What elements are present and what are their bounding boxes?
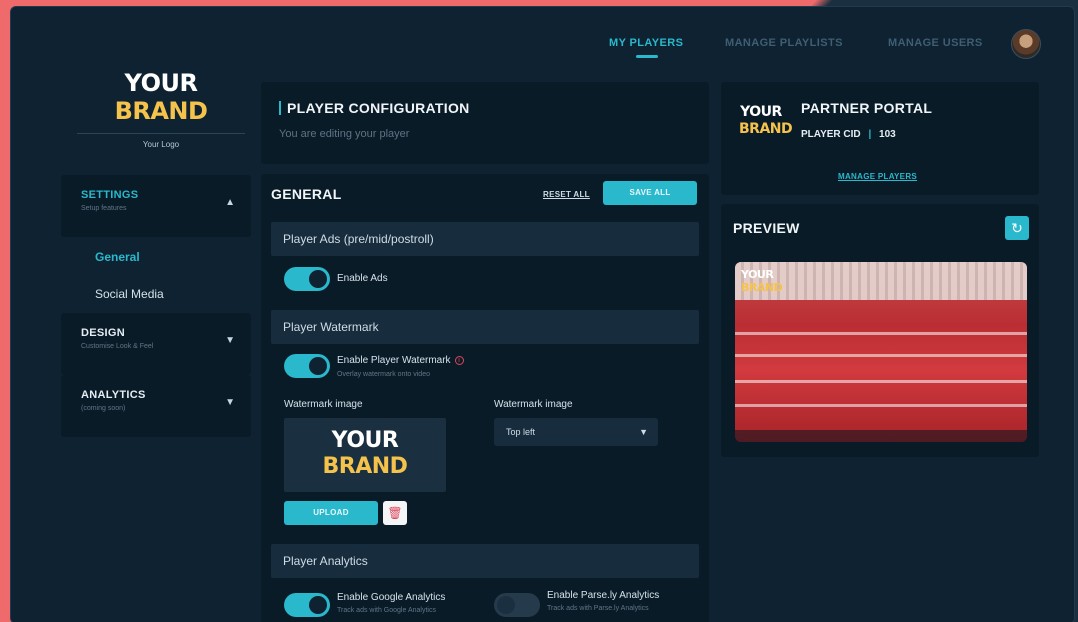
sidebar-settings[interactable]: SETTINGS Setup features ▲ — [61, 175, 251, 237]
stand-row — [735, 332, 1027, 335]
google-analytics-sub: Track ads with Google Analytics — [337, 607, 436, 614]
sidebar-design[interactable]: DESIGN Customise Look & Feel ▼ — [61, 313, 251, 375]
enable-ads-toggle[interactable] — [284, 267, 330, 291]
video-watermark-line-2: BRAND — [741, 281, 783, 294]
chevron-down-icon[interactable]: ▼ — [225, 335, 235, 346]
tab-my-players[interactable]: MY PLAYERS — [609, 37, 683, 49]
tab-manage-users[interactable]: MANAGE USERS — [888, 37, 983, 49]
partner-logo: YOUR BRAND — [739, 104, 793, 138]
upload-button[interactable]: UPLOAD — [284, 501, 378, 525]
manage-players-link[interactable]: MANAGE PLAYERS — [838, 172, 917, 181]
chevron-down-icon: ▼ — [639, 427, 648, 437]
watermark-line-2: BRAND — [322, 454, 408, 479]
settings-title: SETTINGS — [81, 189, 139, 201]
video-watermark-line-1: YOUR — [741, 268, 774, 281]
trash-icon[interactable]: 🗑 — [383, 501, 407, 525]
google-analytics-label: Enable Google Analytics — [337, 592, 446, 603]
chevron-up-icon[interactable]: ▲ — [225, 197, 235, 208]
watermark-position-select[interactable]: Top left ▼ — [494, 418, 658, 446]
settings-subtitle: Setup features — [81, 205, 127, 212]
enable-ads-label: Enable Ads — [337, 273, 388, 284]
partner-portal-title: PARTNER PORTAL — [801, 100, 933, 116]
sidebar-item-social-media[interactable]: Social Media — [95, 287, 164, 301]
enable-watermark-label: Enable Player Watermark i — [337, 355, 464, 366]
player-cid-label: PLAYER CID — [801, 129, 861, 140]
stand-row — [735, 354, 1027, 357]
analytics-subtitle: (coming soon) — [81, 405, 126, 412]
sidebar-analytics[interactable]: ANALYTICS (coming soon) ▼ — [61, 375, 251, 437]
parsely-analytics-toggle[interactable] — [494, 593, 540, 617]
general-title: GENERAL — [271, 186, 342, 202]
top-navbar: MY PLAYERS MANAGE PLAYLISTS MANAGE USERS — [11, 7, 1074, 77]
watermark-position-value: Top left — [506, 427, 536, 437]
preview-panel: PREVIEW ↻ YOUR BRAND — [721, 204, 1039, 457]
brand-divider — [77, 133, 245, 134]
enable-watermark-toggle[interactable] — [284, 354, 330, 378]
sidebar-item-general[interactable]: General — [95, 250, 140, 264]
partner-logo-line-1: YOUR — [740, 104, 782, 120]
active-tab-indicator — [636, 55, 658, 58]
watermark-image-preview: YOUR BRAND — [284, 418, 446, 492]
video-player[interactable]: YOUR BRAND — [735, 262, 1027, 442]
section-player-analytics: Player Analytics — [271, 544, 699, 578]
cid-divider: | — [868, 129, 872, 140]
stand-row — [735, 404, 1027, 407]
watermark-position-label: Watermark image — [494, 399, 573, 410]
page-subtitle: You are editing your player — [279, 128, 410, 140]
brand-line-2: BRAND — [114, 97, 208, 125]
brand-caption: Your Logo — [142, 140, 180, 149]
brand-logo: YOUR BRAND Your Logo — [71, 69, 251, 149]
title-accent-bar — [279, 101, 281, 115]
reset-all-button[interactable]: RESET ALL — [543, 190, 590, 199]
stand-row — [735, 380, 1027, 383]
preview-title: PREVIEW — [733, 220, 800, 236]
analytics-title: ANALYTICS — [81, 389, 146, 401]
chevron-down-icon[interactable]: ▼ — [225, 397, 235, 408]
parsely-analytics-sub: Track ads with Parse.ly Analytics — [547, 605, 649, 612]
section-player-ads: Player Ads (pre/mid/postroll) — [271, 222, 699, 256]
player-cid-value: 103 — [879, 129, 896, 140]
video-watermark: YOUR BRAND — [741, 268, 783, 294]
page-title: PLAYER CONFIGURATION — [287, 100, 470, 116]
parsely-analytics-label: Enable Parse.ly Analytics — [547, 590, 660, 601]
enable-watermark-sub: Overlay watermark onto video — [337, 371, 430, 378]
user-avatar[interactable] — [1011, 29, 1041, 59]
player-cid: PLAYER CID | 103 — [801, 129, 896, 140]
section-player-watermark: Player Watermark — [271, 310, 699, 344]
design-title: DESIGN — [81, 327, 125, 339]
design-subtitle: Customise Look & Feel — [81, 343, 154, 350]
tab-manage-playlists[interactable]: MANAGE PLAYLISTS — [725, 37, 843, 49]
partner-logo-line-2: BRAND — [739, 121, 793, 137]
player-config-header: PLAYER CONFIGURATION You are editing you… — [261, 82, 709, 164]
brand-line-1: YOUR — [124, 69, 198, 97]
google-analytics-toggle[interactable] — [284, 593, 330, 617]
general-settings-panel: GENERAL RESET ALL SAVE ALL Player Ads (p… — [261, 174, 709, 622]
refresh-icon[interactable]: ↻ — [1005, 216, 1029, 240]
info-icon[interactable]: i — [454, 355, 464, 365]
save-all-button[interactable]: SAVE ALL — [603, 181, 697, 205]
partner-portal-panel: YOUR BRAND PARTNER PORTAL PLAYER CID | 1… — [721, 82, 1039, 195]
video-controls-bar[interactable] — [735, 430, 1027, 442]
watermark-line-1: YOUR — [331, 428, 399, 453]
watermark-image-label: Watermark image — [284, 399, 363, 410]
app-window: MY PLAYERS MANAGE PLAYLISTS MANAGE USERS… — [10, 6, 1075, 622]
